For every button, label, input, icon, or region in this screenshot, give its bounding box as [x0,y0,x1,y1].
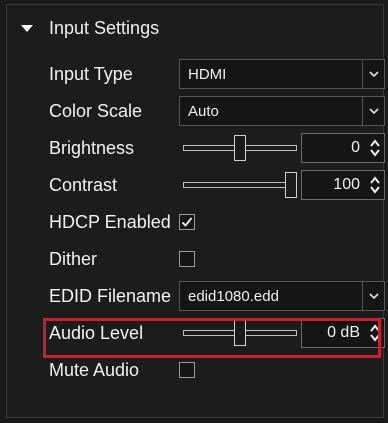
slider-thumb[interactable] [234,135,246,161]
color-scale-select[interactable]: Auto [179,96,385,126]
input-type-select[interactable]: HDMI [179,59,385,89]
dither-label: Dither [49,248,98,269]
chevron-down-icon[interactable] [362,60,384,88]
brightness-label: Brightness [49,137,135,158]
up-down-arrows-icon[interactable] [366,319,384,347]
row-input-type: Input Type HDMI [7,57,385,91]
input-type-label: Input Type [49,63,133,84]
contrast-value: 100 [333,176,360,193]
chevron-down-icon[interactable] [362,282,384,310]
audio-level-label: Audio Level [49,322,144,343]
up-down-arrows-icon[interactable] [366,134,384,162]
edid-filename-label: EDID Filename [49,285,172,306]
row-mute-audio: Mute Audio [7,353,383,387]
input-type-value: HDMI [188,65,227,83]
section-title: Input Settings [49,17,160,38]
edid-filename-select[interactable]: edid1080.edd [179,281,385,311]
chevron-down-icon[interactable] [362,97,384,125]
audio-level-slider[interactable] [183,318,297,348]
section-header-input-settings[interactable]: Input Settings [7,13,383,43]
checkmark-icon [181,217,193,227]
audio-level-spinbox[interactable]: 0 dB [301,318,385,348]
hdcp-enabled-checkbox[interactable] [179,214,195,230]
brightness-value: 0 [351,139,360,156]
row-contrast: Contrast 100 [7,168,385,202]
edid-filename-value: edid1080.edd [188,287,279,305]
mute-audio-checkbox[interactable] [179,362,195,378]
mute-audio-label: Mute Audio [49,359,140,380]
brightness-slider[interactable] [183,133,297,163]
contrast-slider[interactable] [183,170,297,200]
dither-checkbox[interactable] [179,251,195,267]
row-hdcp-enabled: HDCP Enabled [7,205,383,239]
settings-panel: Input Settings Input Type HDMI Color Sca… [6,4,385,418]
row-dither: Dither [7,242,383,276]
slider-track [183,182,297,188]
row-edid-filename: EDID Filename edid1080.edd [7,279,385,313]
triangle-down-icon[interactable] [21,24,33,32]
contrast-spinbox[interactable]: 100 [301,170,385,200]
up-down-arrows-icon[interactable] [366,171,384,199]
row-brightness: Brightness 0 [7,131,385,165]
brightness-spinbox[interactable]: 0 [301,133,385,163]
hdcp-enabled-label: HDCP Enabled [49,211,171,232]
contrast-label: Contrast [49,174,118,195]
row-audio-level: Audio Level 0 dB [7,316,385,350]
slider-thumb[interactable] [234,320,246,346]
slider-thumb[interactable] [285,172,297,198]
row-color-scale: Color Scale Auto [7,94,385,128]
audio-level-value: 0 dB [327,324,360,341]
color-scale-value: Auto [188,102,219,120]
color-scale-label: Color Scale [49,100,143,121]
